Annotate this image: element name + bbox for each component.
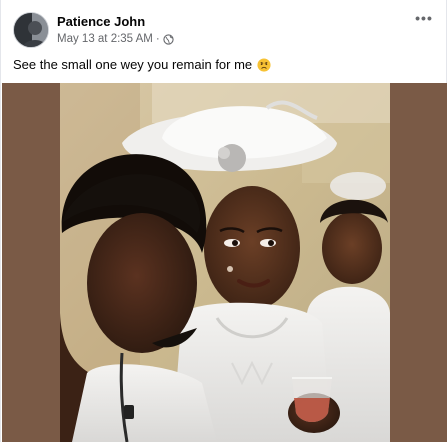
post-meta: Patience John May 13 at 2:35 AM · (57, 14, 174, 47)
avatar-image (14, 13, 48, 47)
photo-image (2, 83, 447, 442)
post-subline: May 13 at 2:35 AM · (57, 32, 174, 47)
more-horizontal-icon: ••• (415, 10, 433, 26)
meta-separator: · (155, 32, 160, 45)
sad-face-emoji-icon (257, 58, 271, 72)
caption-text: See the small one wey you remain for me (13, 57, 253, 72)
more-options-button[interactable]: ••• (410, 6, 438, 30)
author-name[interactable]: Patience John (57, 14, 174, 30)
post-photo[interactable] (2, 83, 447, 442)
facebook-post-card: Patience John May 13 at 2:35 AM · ••• Se… (0, 0, 447, 442)
post-timestamp[interactable]: May 13 at 2:35 AM (57, 32, 153, 47)
author-avatar[interactable] (13, 12, 49, 48)
globe-icon[interactable] (163, 33, 174, 45)
post-header: Patience John May 13 at 2:35 AM · (13, 10, 436, 50)
post-caption: See the small one wey you remain for me (13, 57, 434, 73)
